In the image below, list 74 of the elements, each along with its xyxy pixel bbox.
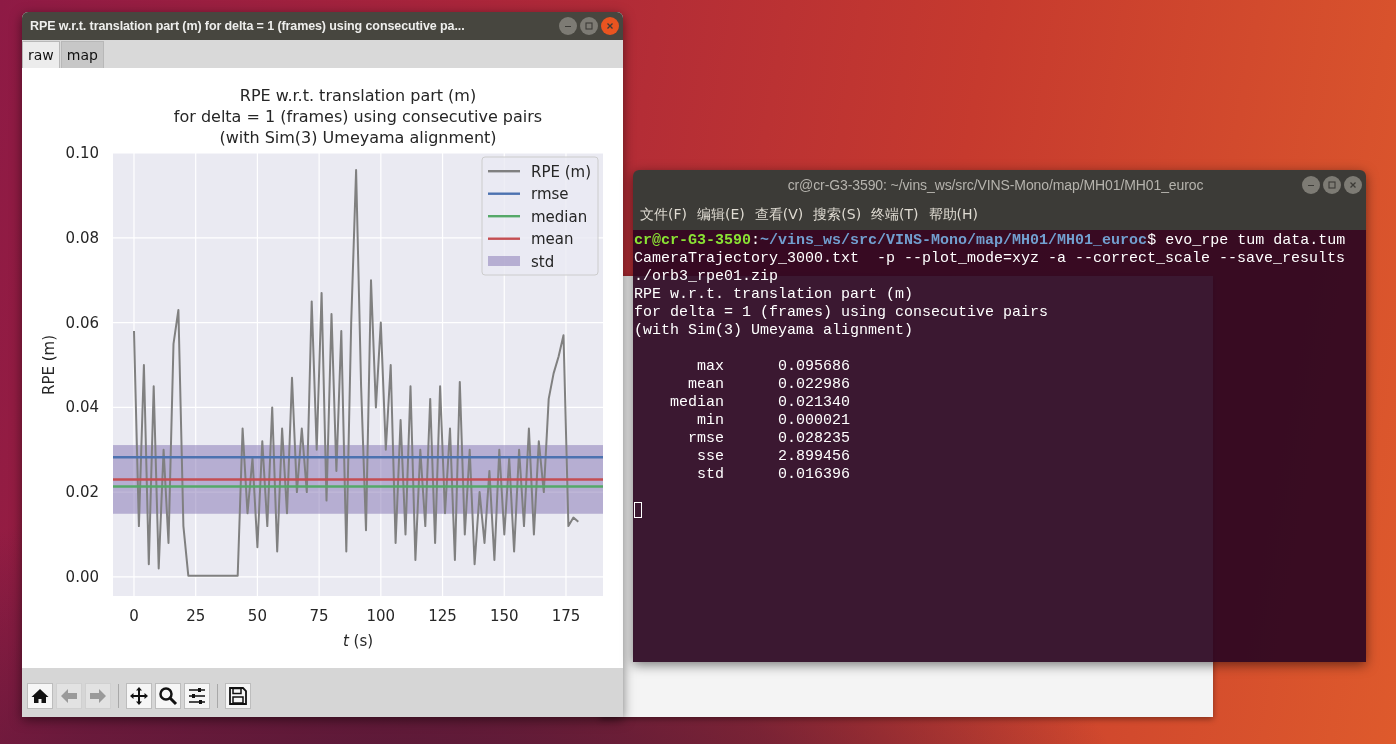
- output-line: RPE w.r.t. translation part (m): [634, 286, 914, 303]
- legend-swatch: [488, 237, 520, 240]
- prompt-separator: :: [751, 232, 761, 249]
- prompt-user: cr@cr-G3-3590: [634, 232, 752, 249]
- legend-swatch: [488, 192, 520, 195]
- window-title: RPE w.r.t. translation part (m) for delta = 1 (frames) using consecutive pa...: [30, 19, 466, 33]
- legend-label: RPE (m): [531, 162, 592, 181]
- stat-name: sse: [696, 448, 724, 466]
- sliders-icon[interactable]: [184, 682, 210, 709]
- legend-swatch: [488, 256, 520, 266]
- menu-item[interactable]: 编辑(E): [692, 206, 750, 224]
- chart-title: RPE w.r.t. translation part (m) for delta = 1 (frames) using consecutive pairs (with Sim(3) Umeyama alignment): [173, 86, 543, 147]
- zoom-magnifier-icon[interactable]: [155, 682, 181, 709]
- pan-arrows-icon[interactable]: [126, 682, 152, 709]
- y-tick-label: 0.10: [65, 144, 99, 162]
- y-tick-label: 0.02: [65, 483, 99, 502]
- output-line: for delta = 1 (frames) using consecutive pairs: [634, 304, 1049, 321]
- legend-label: rmse: [531, 185, 569, 203]
- prompt-symbol: $: [1147, 232, 1157, 249]
- x-tick-label: 50: [247, 607, 267, 625]
- command-text: evo_rpe tum data.tum: [1165, 232, 1346, 249]
- maximize-icon: [584, 21, 594, 31]
- close-icon: [1348, 180, 1358, 190]
- output-line: (with Sim(3) Umeyama alignment): [634, 322, 914, 339]
- save-floppy-icon[interactable]: [225, 682, 251, 709]
- tab[interactable]: map: [60, 41, 104, 68]
- legend-label: std: [531, 252, 555, 271]
- tab[interactable]: raw: [22, 41, 60, 68]
- y-tick-label: 0.04: [65, 398, 99, 417]
- stat-value: 0.021340: [778, 394, 850, 412]
- close-icon: [605, 21, 615, 31]
- y-axis-label: RPE (m): [40, 335, 58, 395]
- x-tick-label: 75: [309, 607, 329, 625]
- stat-value: 2.899456: [778, 448, 850, 466]
- x-axis-label: t (s): [342, 632, 374, 650]
- y-tick-label: 0.06: [65, 313, 99, 332]
- stat-value: 0.022986: [778, 376, 850, 394]
- home-icon[interactable]: [27, 682, 53, 709]
- x-tick-label: 125: [428, 607, 457, 625]
- x-tick-label: 100: [366, 607, 396, 625]
- legend-label: mean: [531, 230, 574, 248]
- menu-item[interactable]: 搜索(S): [808, 206, 867, 224]
- legend-label: median: [531, 207, 588, 226]
- stat-name: mean: [687, 376, 724, 394]
- menu-item[interactable]: 查看(V): [749, 206, 809, 224]
- x-tick-label: 150: [489, 607, 519, 625]
- maximize-icon: [1327, 180, 1337, 190]
- y-tick-label: 0.08: [65, 228, 99, 247]
- menu-item[interactable]: 终端(T): [866, 206, 924, 224]
- stat-name: min: [696, 412, 724, 430]
- x-tick-label: 175: [551, 607, 581, 625]
- stat-name: rmse: [687, 430, 724, 448]
- stat-value: 0.016396: [778, 466, 850, 484]
- legend-swatch: [488, 170, 520, 173]
- stat-value: 0.028235: [778, 430, 850, 448]
- legend-swatch: [488, 215, 520, 218]
- stat-name: median: [669, 394, 724, 412]
- close-button[interactable]: [601, 17, 619, 35]
- menu-item[interactable]: 帮助(H): [923, 206, 984, 224]
- prompt-path: ~/vins_ws/src/VINS-Mono/map/MH01/MH01_euroc: [760, 232, 1148, 249]
- output-line: CameraTrajectory_3000.txt -p --plot_mode=xyz -a --correct_scale --save_results: [634, 250, 1346, 267]
- stat-value: 0.095686: [778, 358, 850, 376]
- stat-value: 0.000021: [778, 412, 850, 430]
- stat-name: std: [696, 466, 724, 484]
- stat-name: max: [696, 358, 724, 376]
- y-tick-label: 0.00: [65, 567, 99, 586]
- x-tick-label: 0: [129, 607, 139, 625]
- maximize-button[interactable]: [580, 17, 598, 35]
- menu-item[interactable]: 文件(F): [635, 206, 692, 224]
- text-cursor: [634, 502, 642, 519]
- minimize-button[interactable]: [559, 17, 577, 35]
- x-tick-label: 25: [186, 607, 206, 625]
- window-title: cr@cr-G3-3590: ~/vins_ws/src/VINS-Mono/map/MH01/MH01_euroc: [786, 177, 1205, 193]
- output-line: ./orb3_rpe01.zip: [634, 268, 779, 285]
